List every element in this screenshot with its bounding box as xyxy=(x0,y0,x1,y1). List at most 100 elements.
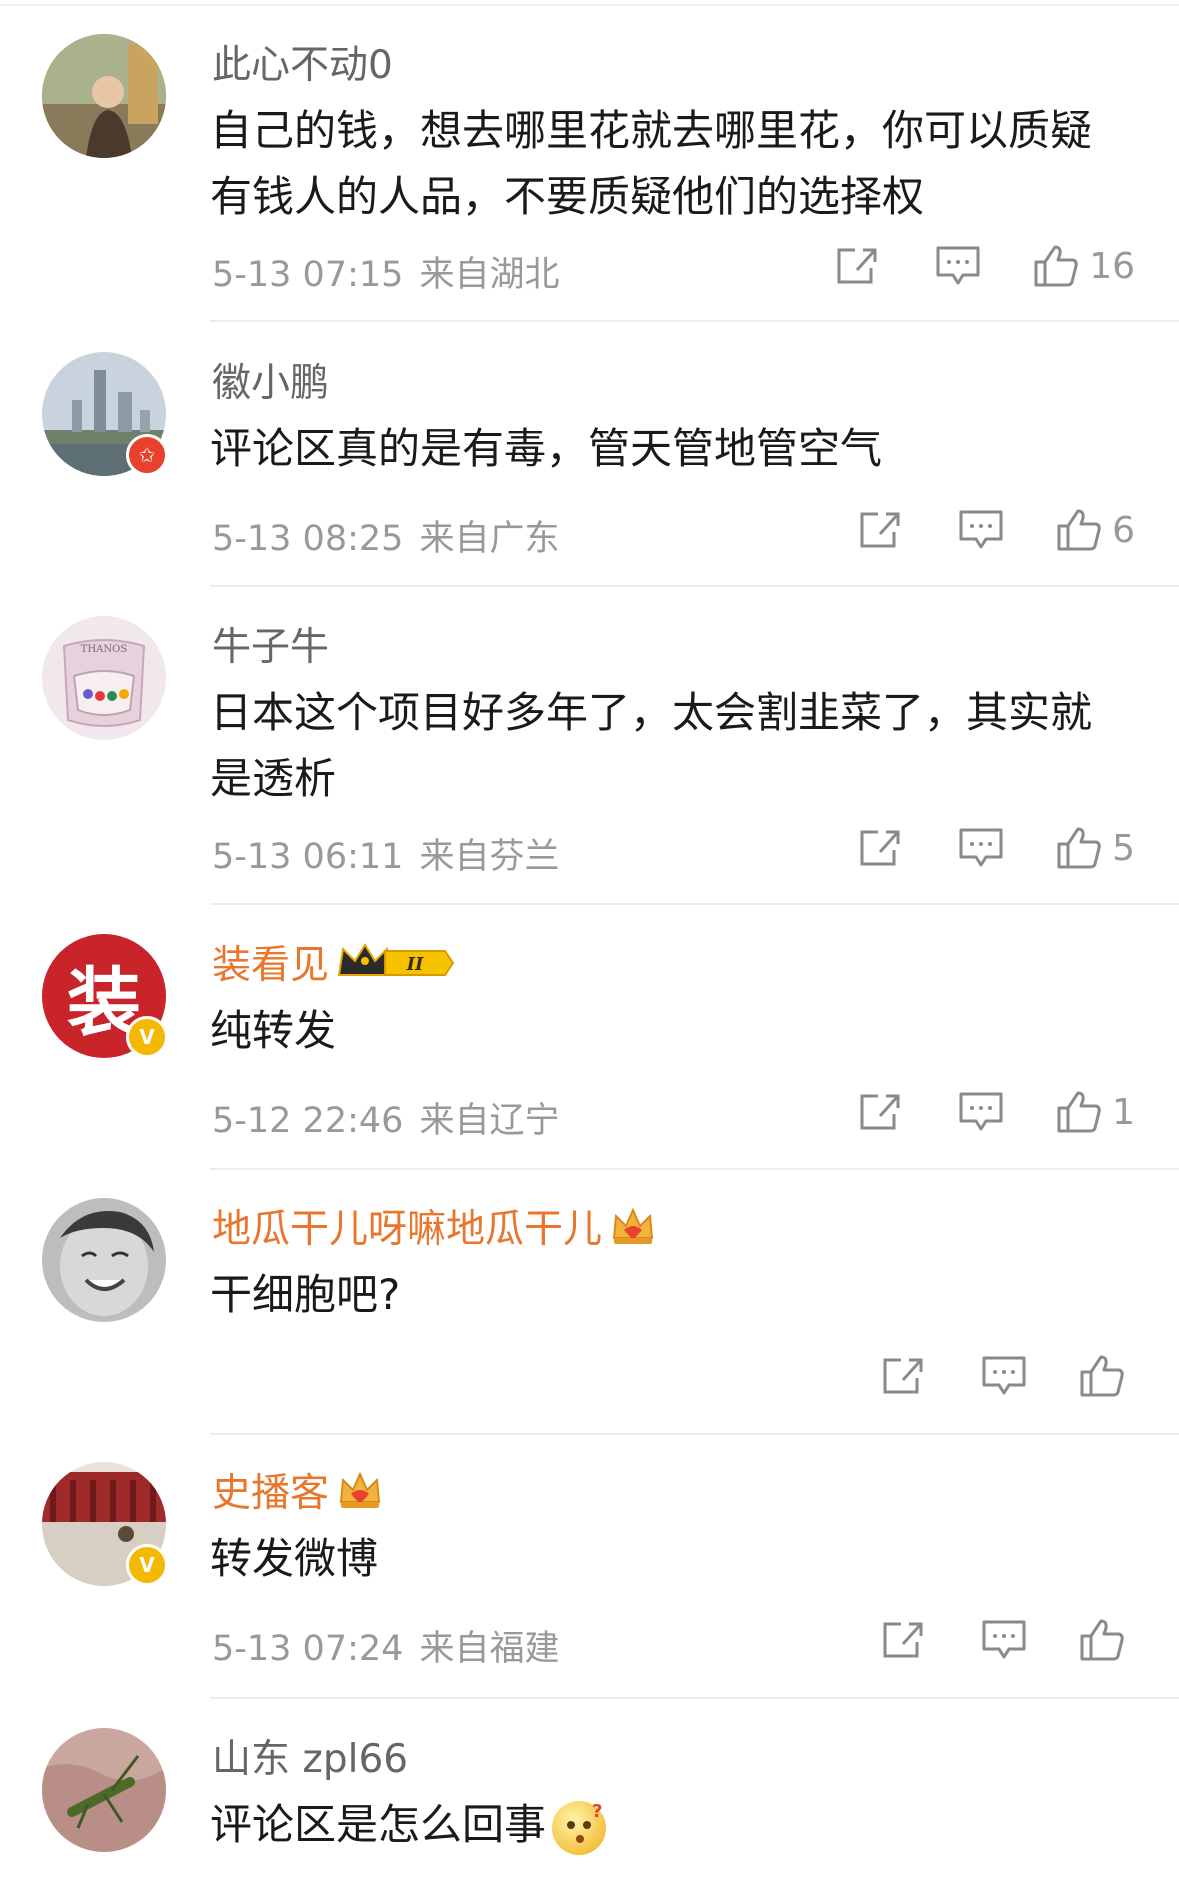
comment-text: 转发微博 xyxy=(210,1534,379,1583)
share-icon xyxy=(860,512,900,548)
like-button[interactable]: 5 xyxy=(1056,826,1135,870)
repost-button[interactable] xyxy=(858,828,902,868)
thumbs-up-icon xyxy=(1080,1619,1124,1661)
repost-button[interactable] xyxy=(858,1092,902,1132)
comment-text: 自己的钱，想去哪里花就去哪里花，你可以质疑有钱人的人品，不要质疑他们的选择权 xyxy=(210,106,1093,221)
avatar-image xyxy=(42,1728,166,1852)
repost-button[interactable] xyxy=(858,510,902,550)
avatar[interactable]: THANOS xyxy=(42,616,166,740)
comment-location: 来自福建 xyxy=(419,1629,560,1669)
username[interactable]: 牛子牛 xyxy=(212,616,329,672)
thumbs-up-icon xyxy=(1034,245,1078,287)
comment-actions: 6 xyxy=(858,508,1135,552)
verified-badge: V xyxy=(126,1016,168,1058)
share-icon xyxy=(837,248,877,284)
avatar[interactable]: ✩ xyxy=(42,352,168,476)
comment-text: 纯转发 xyxy=(210,1006,337,1055)
divider xyxy=(210,1433,1179,1435)
avatar-image xyxy=(42,1198,166,1322)
comment-time: 5-12 22:46 xyxy=(212,1101,404,1141)
comment-meta: 5-13 07:24 来自福建 xyxy=(212,1620,559,1671)
confused-emoji-icon: ? xyxy=(552,1800,607,1855)
avatar-image xyxy=(42,34,166,158)
comment-meta: 5-13 06:11 来自芬兰 xyxy=(212,828,559,879)
username[interactable]: 山东 zpl66 xyxy=(212,1728,408,1784)
divider xyxy=(210,903,1179,905)
like-button[interactable]: 6 xyxy=(1056,508,1135,552)
thumbs-up-icon xyxy=(1057,827,1101,869)
thumbs-up-icon xyxy=(1057,1091,1101,1133)
comment-meta xyxy=(212,1356,228,1396)
comment-button[interactable] xyxy=(981,1619,1027,1661)
like-button[interactable]: 16 xyxy=(1033,244,1135,288)
avatar[interactable]: V xyxy=(42,1462,168,1586)
avatar[interactable] xyxy=(42,1198,166,1322)
comment-actions xyxy=(881,1618,1135,1662)
divider xyxy=(210,320,1179,322)
username[interactable]: 装看见 II xyxy=(212,934,457,990)
comment-actions: 16 xyxy=(835,244,1135,288)
comment-location: 来自湖北 xyxy=(419,255,560,295)
like-button[interactable] xyxy=(1079,1354,1135,1398)
username[interactable]: 徽小鹏 xyxy=(212,352,329,408)
avatar[interactable]: 装 V xyxy=(42,934,168,1058)
like-count: 1 xyxy=(1112,1091,1135,1133)
like-count: 5 xyxy=(1112,827,1135,869)
svg-text:THANOS: THANOS xyxy=(81,644,128,655)
thumbs-up-icon xyxy=(1057,509,1101,551)
comment-time: 5-13 07:24 xyxy=(212,1629,404,1669)
comment-icon xyxy=(982,1620,1026,1659)
comment-button[interactable] xyxy=(958,827,1004,869)
comment-text: 干细胞吧? xyxy=(210,1270,401,1319)
comment-location: 来自广东 xyxy=(419,519,560,559)
username[interactable]: 此心不动0 xyxy=(212,34,393,90)
avatar[interactable] xyxy=(42,1728,166,1852)
divider xyxy=(210,1697,1179,1699)
comment-text: 日本这个项目好多年了，太会割韭菜了，其实就是透析 xyxy=(210,688,1093,803)
comment-button[interactable] xyxy=(958,509,1004,551)
comment-text: 评论区真的是有毒，管天管地管空气 xyxy=(210,424,883,473)
repost-button[interactable] xyxy=(881,1356,925,1396)
comment-location: 来自辽宁 xyxy=(419,1101,560,1141)
comment-icon xyxy=(936,246,980,285)
comment-button[interactable] xyxy=(935,245,981,287)
comment-button[interactable] xyxy=(958,1091,1004,1133)
comment-text: 评论区是怎么回事 ? xyxy=(210,1792,1110,1858)
like-count: 16 xyxy=(1089,245,1135,287)
comment-location: 来自芬兰 xyxy=(419,837,560,877)
repost-button[interactable] xyxy=(835,246,879,286)
share-icon xyxy=(860,1094,900,1130)
share-icon xyxy=(883,1358,923,1394)
comment-actions xyxy=(881,1354,1135,1398)
red-verified-badge: ✩ xyxy=(126,434,168,476)
verified-badge: V xyxy=(126,1544,168,1586)
username[interactable]: 地瓜干儿呀嘛地瓜干儿 xyxy=(212,1198,656,1254)
username[interactable]: 史播客 xyxy=(212,1462,383,1518)
thumbs-up-icon xyxy=(1080,1355,1124,1397)
svg-text:?: ? xyxy=(592,1801,602,1822)
like-count: 6 xyxy=(1112,509,1135,551)
comment-icon xyxy=(982,1356,1026,1395)
vip-crown-badge: II xyxy=(337,943,455,976)
crown-icon xyxy=(339,1471,381,1508)
comment-actions: 1 xyxy=(858,1090,1135,1134)
avatar[interactable] xyxy=(42,34,166,158)
comment-time: 5-13 07:15 xyxy=(212,255,404,295)
comment-button[interactable] xyxy=(981,1355,1027,1397)
comment-icon xyxy=(959,1092,1003,1131)
crown-icon xyxy=(612,1207,654,1244)
comment-meta: 5-13 07:15 来自湖北 xyxy=(212,246,559,297)
avatar-image: THANOS xyxy=(42,616,166,740)
svg-text:II: II xyxy=(406,954,424,975)
comment-meta: 5-12 22:46 来自辽宁 xyxy=(212,1092,559,1143)
like-button[interactable] xyxy=(1079,1618,1135,1662)
share-icon xyxy=(883,1622,923,1658)
comment-meta: 5-13 08:25 来自广东 xyxy=(212,510,559,561)
share-icon xyxy=(860,830,900,866)
divider xyxy=(210,1168,1179,1170)
like-button[interactable]: 1 xyxy=(1056,1090,1135,1134)
comment-actions: 5 xyxy=(858,826,1135,870)
comment-icon xyxy=(959,828,1003,867)
top-divider xyxy=(0,4,1179,6)
repost-button[interactable] xyxy=(881,1620,925,1660)
